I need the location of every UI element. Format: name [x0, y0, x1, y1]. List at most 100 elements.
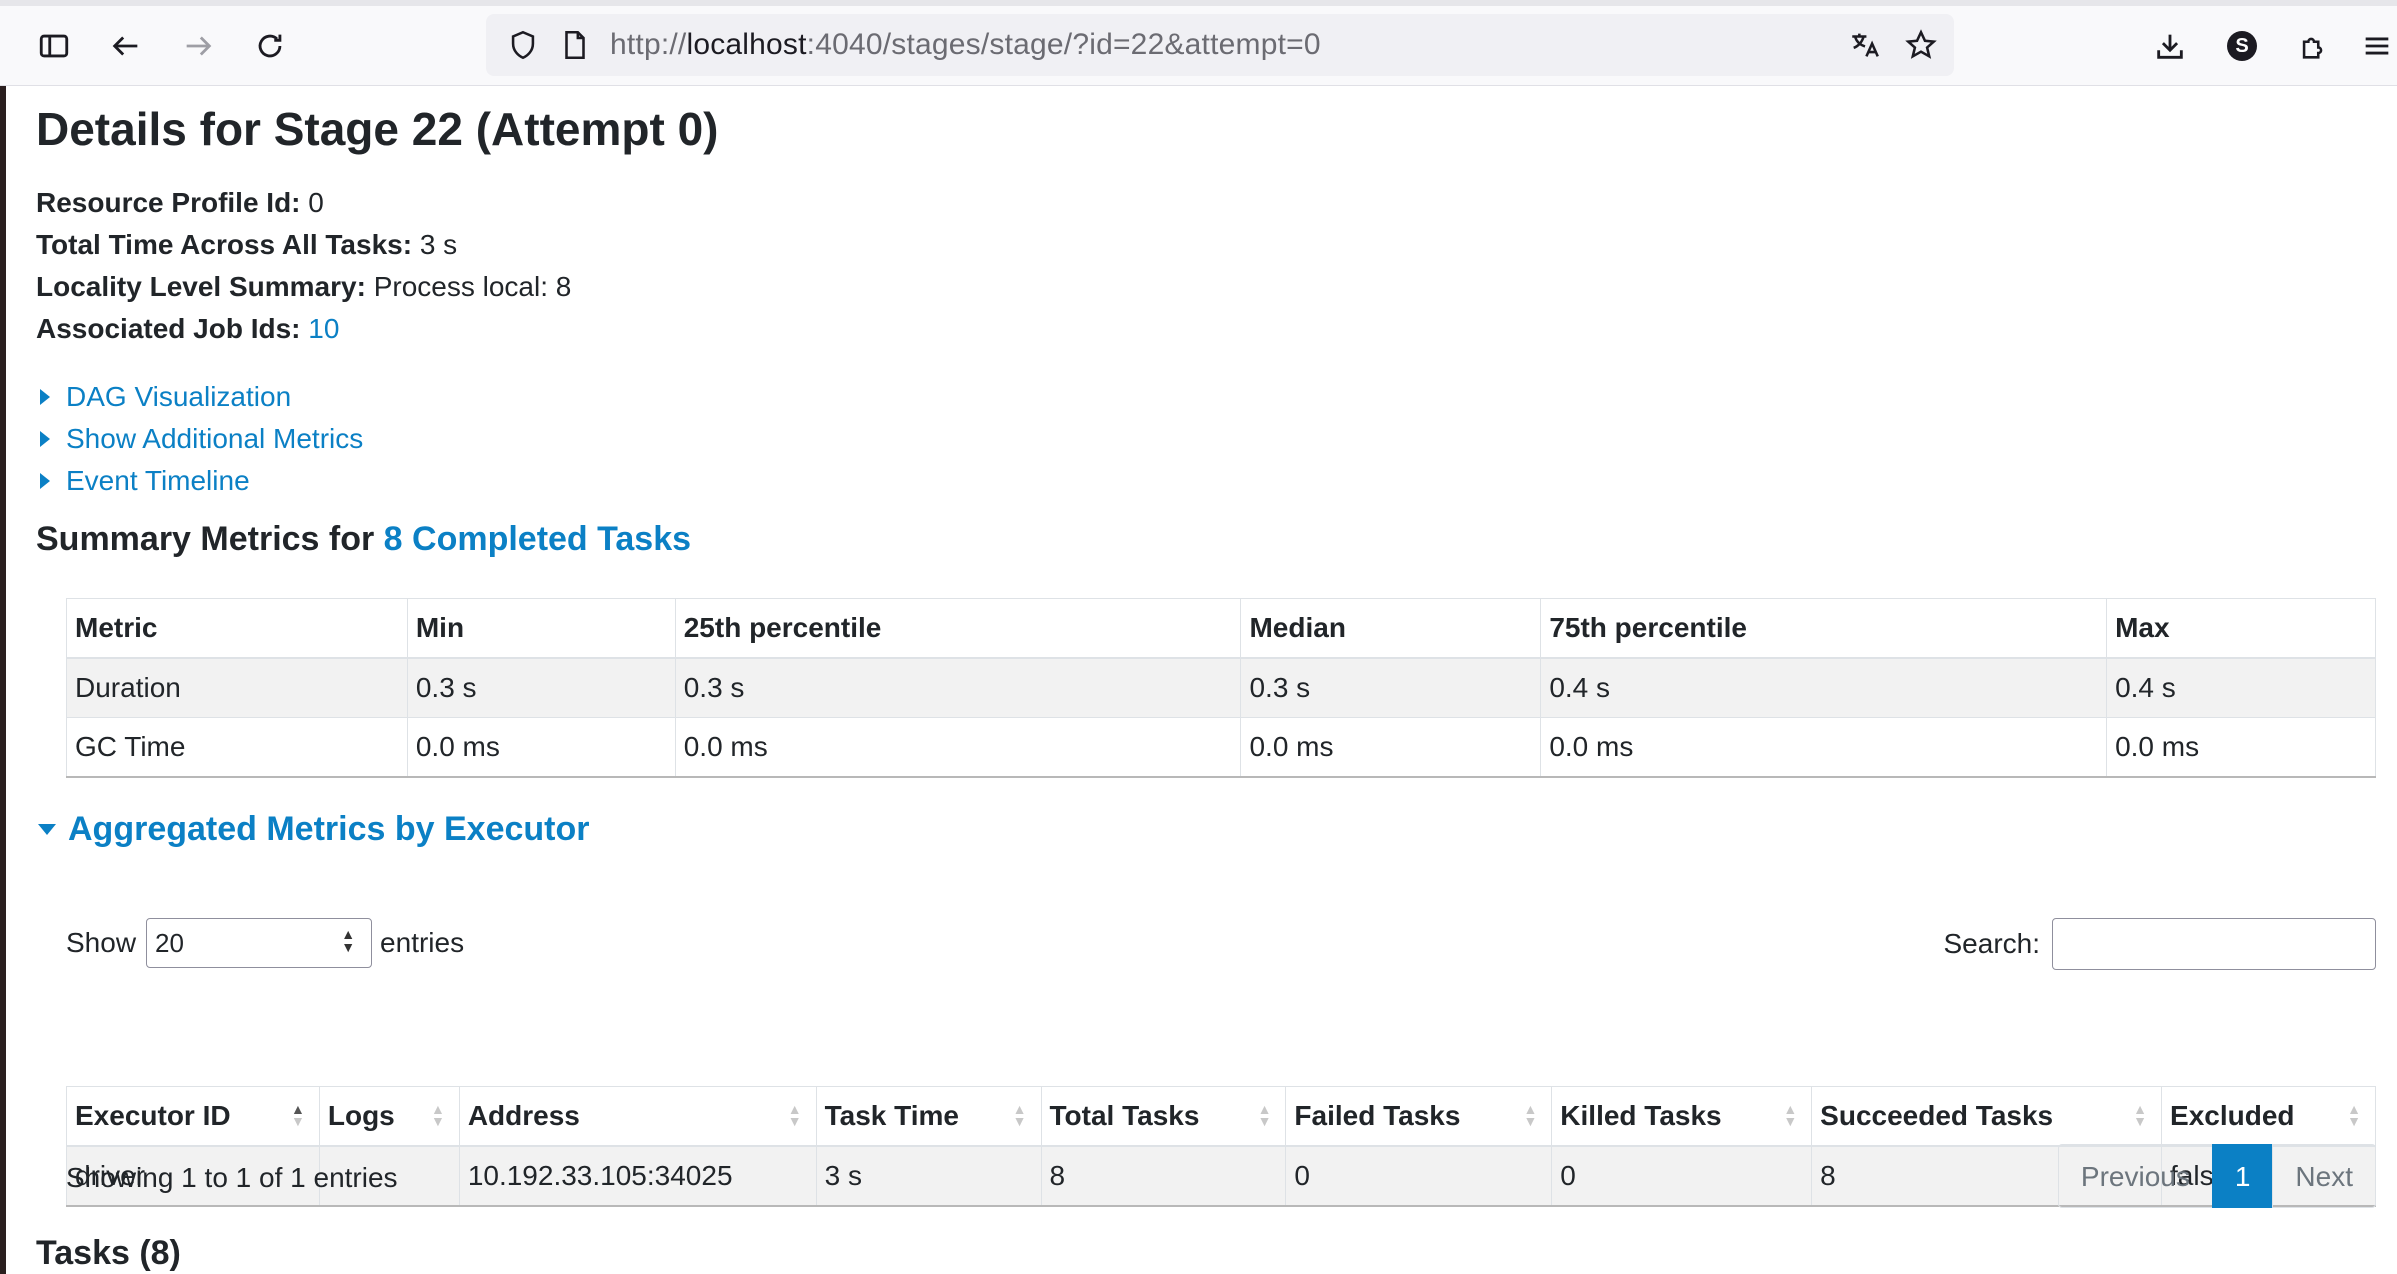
column-header-succeeded-tasks[interactable]: Succeeded Tasks ▲ ▼ — [1811, 1086, 2163, 1147]
header-label: Task Time — [824, 1100, 960, 1131]
tab-strip-edge — [0, 0, 2397, 6]
download-icon[interactable] — [2146, 22, 2194, 70]
header-label: Killed Tasks — [1560, 1100, 1722, 1131]
entries-selected-value: 20 — [155, 927, 184, 958]
address-bar[interactable]: http://localhost:4040/stages/stage/?id=2… — [486, 14, 1954, 76]
caret-right-icon — [40, 431, 50, 447]
aggregated-metrics-toggle[interactable]: Aggregated Metrics by Executor — [36, 810, 589, 849]
caret-down-icon — [38, 824, 56, 835]
info-label: Locality Level Summary: — [36, 271, 366, 302]
show-label: Show — [66, 927, 137, 958]
column-header: Min — [406, 598, 676, 659]
page-info-icon[interactable] — [558, 28, 592, 67]
url-text[interactable]: http://localhost:4040/stages/stage/?id=2… — [610, 28, 1321, 62]
info-resource-profile: Resource Profile Id: 0 — [36, 182, 571, 224]
back-arrow-icon[interactable] — [102, 22, 150, 70]
info-label: Total Time Across All Tasks: — [36, 229, 413, 260]
entries-select[interactable]: 20 ▲ ▼ — [146, 918, 373, 968]
search-label: Search: — [1943, 928, 2041, 959]
sidebar-toggle-icon[interactable] — [30, 22, 78, 70]
info-value: 0 — [308, 187, 324, 218]
bookmark-star-icon[interactable] — [1904, 28, 1938, 67]
column-header-killed-tasks[interactable]: Killed Tasks ▲ ▼ — [1551, 1086, 1813, 1147]
info-value: Process local: 8 — [373, 271, 572, 302]
search-control: Search: — [1943, 918, 2376, 970]
info-label: Associated Job Ids: — [36, 313, 301, 344]
window-edge — [0, 86, 6, 1274]
column-header-total-tasks[interactable]: Total Tasks ▲ ▼ — [1040, 1086, 1287, 1147]
entries-label: entries — [380, 927, 465, 958]
translate-icon[interactable] — [1848, 28, 1882, 67]
aggregated-metrics-heading[interactable]: Aggregated Metrics by Executor — [68, 810, 589, 849]
dag-visualization-toggle[interactable]: DAG Visualization — [36, 376, 363, 418]
table-cell: 10.192.33.105:34025 — [458, 1145, 817, 1207]
column-header: 25th percentile — [674, 598, 1242, 659]
info-label: Resource Profile Id: — [36, 187, 301, 218]
table-cell: 3 s — [815, 1145, 1042, 1207]
shield-icon[interactable] — [506, 28, 540, 67]
sort-icon: ▲ ▼ — [1523, 1101, 1538, 1129]
next-page-button[interactable]: Next — [2272, 1144, 2376, 1208]
table-row: driver 10.192.33.105:34025 3 s 8 0 0 8 f… — [66, 1145, 2376, 1207]
header-label: Address — [467, 1100, 580, 1131]
executor-metrics-table: Executor ID ▲ ▼ Logs ▲ ▼ Address ▲ ▼ Task Time… — [66, 1086, 2376, 1207]
job-id-link[interactable]: 10 — [308, 313, 339, 344]
stage-info-list: Resource Profile Id: 0 Total Time Across… — [36, 182, 571, 350]
header-label: Logs — [327, 1100, 395, 1131]
show-entries-control: Show 20 ▲ ▼ entries — [66, 918, 464, 968]
column-header: Max — [2106, 598, 2376, 659]
reload-icon[interactable] — [246, 22, 294, 70]
tasks-heading[interactable]: Tasks (8) — [36, 1234, 181, 1273]
column-header-task-time[interactable]: Task Time ▲ ▼ — [815, 1086, 1042, 1147]
column-header-address[interactable]: Address ▲ ▼ — [458, 1086, 817, 1147]
table-cell: 0.0 ms — [2106, 717, 2376, 778]
table-info: Showing 1 to 1 of 1 entries — [66, 1162, 398, 1193]
info-total-time: Total Time Across All Tasks: 3 s — [36, 224, 571, 266]
table-cell: 0.3 s — [1240, 657, 1542, 718]
select-arrows-icon: ▲ ▼ — [341, 926, 356, 955]
header-label: Succeeded Tasks — [1820, 1100, 2054, 1131]
account-avatar[interactable]: S — [2218, 22, 2266, 70]
table-cell: 0 — [1285, 1145, 1553, 1207]
heading-text: Summary Metrics for — [36, 520, 384, 558]
event-timeline-toggle[interactable]: Event Timeline — [36, 460, 363, 502]
column-header-excluded[interactable]: Excluded ▲ ▼ — [2161, 1086, 2376, 1147]
pagination: Previous 1 Next — [2057, 1144, 2376, 1208]
column-header: 75th percentile — [1540, 598, 2108, 659]
forward-arrow-icon[interactable] — [174, 22, 222, 70]
column-header-executor-id[interactable]: Executor ID ▲ ▼ — [66, 1086, 320, 1147]
table-row: Duration 0.3 s 0.3 s 0.3 s 0.4 s 0.4 s — [66, 657, 2376, 718]
table-cell: 0.4 s — [2106, 657, 2376, 718]
sort-icon: ▲ ▼ — [430, 1101, 445, 1129]
toggle-label[interactable]: DAG Visualization — [66, 376, 291, 418]
table-cell: 0.0 ms — [406, 717, 676, 778]
caret-right-icon — [40, 389, 50, 405]
sort-icon: ▲ ▼ — [2133, 1101, 2148, 1129]
toggle-label[interactable]: Show Additional Metrics — [66, 418, 363, 460]
table-cell: Duration — [66, 657, 408, 718]
column-header-failed-tasks[interactable]: Failed Tasks ▲ ▼ — [1285, 1086, 1553, 1147]
additional-metrics-toggle[interactable]: Show Additional Metrics — [36, 418, 363, 460]
header-label: Failed Tasks — [1294, 1100, 1461, 1131]
table-cell: 8 — [1040, 1145, 1287, 1207]
table-row: GC Time 0.0 ms 0.0 ms 0.0 ms 0.0 ms 0.0 … — [66, 717, 2376, 778]
menu-icon[interactable] — [2360, 22, 2397, 70]
browser-toolbar: http://localhost:4040/stages/stage/?id=2… — [0, 0, 2397, 86]
page-1-button[interactable]: 1 — [2211, 1144, 2274, 1208]
sort-icon: ▲ ▼ — [787, 1101, 802, 1129]
header-label: Executor ID — [75, 1100, 231, 1131]
table-header-row: Metric Min 25th percentile Median 75th p… — [66, 598, 2376, 659]
table-cell: 0.3 s — [674, 657, 1242, 718]
info-locality: Locality Level Summary: Process local: 8 — [36, 266, 571, 308]
sort-icon: ▲ ▼ — [1257, 1101, 1272, 1129]
url-host: localhost — [686, 28, 807, 61]
column-header-logs[interactable]: Logs ▲ ▼ — [318, 1086, 460, 1147]
extensions-icon[interactable] — [2290, 22, 2338, 70]
search-input[interactable] — [2052, 918, 2376, 970]
toggle-label[interactable]: Event Timeline — [66, 460, 250, 502]
header-label: Total Tasks — [1049, 1100, 1200, 1131]
url-path: :4040/stages/stage/?id=22&attempt=0 — [806, 28, 1321, 61]
completed-tasks-link[interactable]: 8 Completed Tasks — [384, 520, 691, 558]
previous-page-button[interactable]: Previous — [2057, 1144, 2213, 1208]
account-initial: S — [2227, 31, 2257, 61]
